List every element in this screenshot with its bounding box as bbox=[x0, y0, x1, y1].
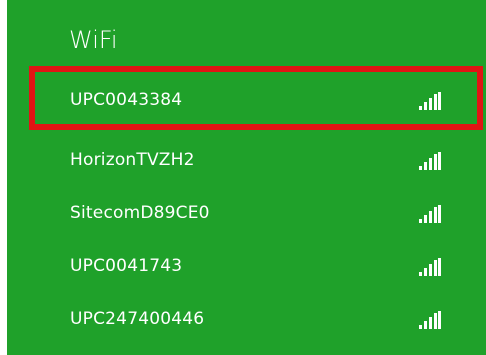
network-name: SitecomD89CE0 bbox=[70, 203, 210, 223]
wifi-signal-full-icon bbox=[419, 92, 441, 110]
network-item-upc0043384[interactable]: UPC0043384 bbox=[29, 66, 483, 130]
wifi-signal-full-icon bbox=[419, 311, 441, 329]
network-name: HorizonTVZH2 bbox=[70, 150, 195, 170]
network-item-upc0041743[interactable]: UPC0041743 bbox=[7, 242, 486, 295]
network-item-upc247400446[interactable]: UPC247400446 bbox=[7, 295, 486, 348]
network-item-horizontvzh2[interactable]: HorizonTVZH2 bbox=[7, 136, 486, 189]
wifi-signal-full-icon bbox=[419, 205, 441, 223]
network-name: UPC247400446 bbox=[70, 309, 205, 329]
network-list: UPC0043384 HorizonTVZH2 SitecomD89CE0 UP… bbox=[7, 66, 486, 348]
network-name: UPC0043384 bbox=[70, 90, 183, 110]
network-name: UPC0041743 bbox=[70, 256, 183, 276]
network-item-sitecomd89ce0[interactable]: SitecomD89CE0 bbox=[7, 189, 486, 242]
wifi-signal-full-icon bbox=[419, 152, 441, 170]
wifi-panel: WiFi UPC0043384 HorizonTVZH2 SitecomD89C… bbox=[7, 0, 486, 355]
panel-title: WiFi bbox=[69, 26, 118, 54]
wifi-signal-full-icon bbox=[419, 258, 441, 276]
